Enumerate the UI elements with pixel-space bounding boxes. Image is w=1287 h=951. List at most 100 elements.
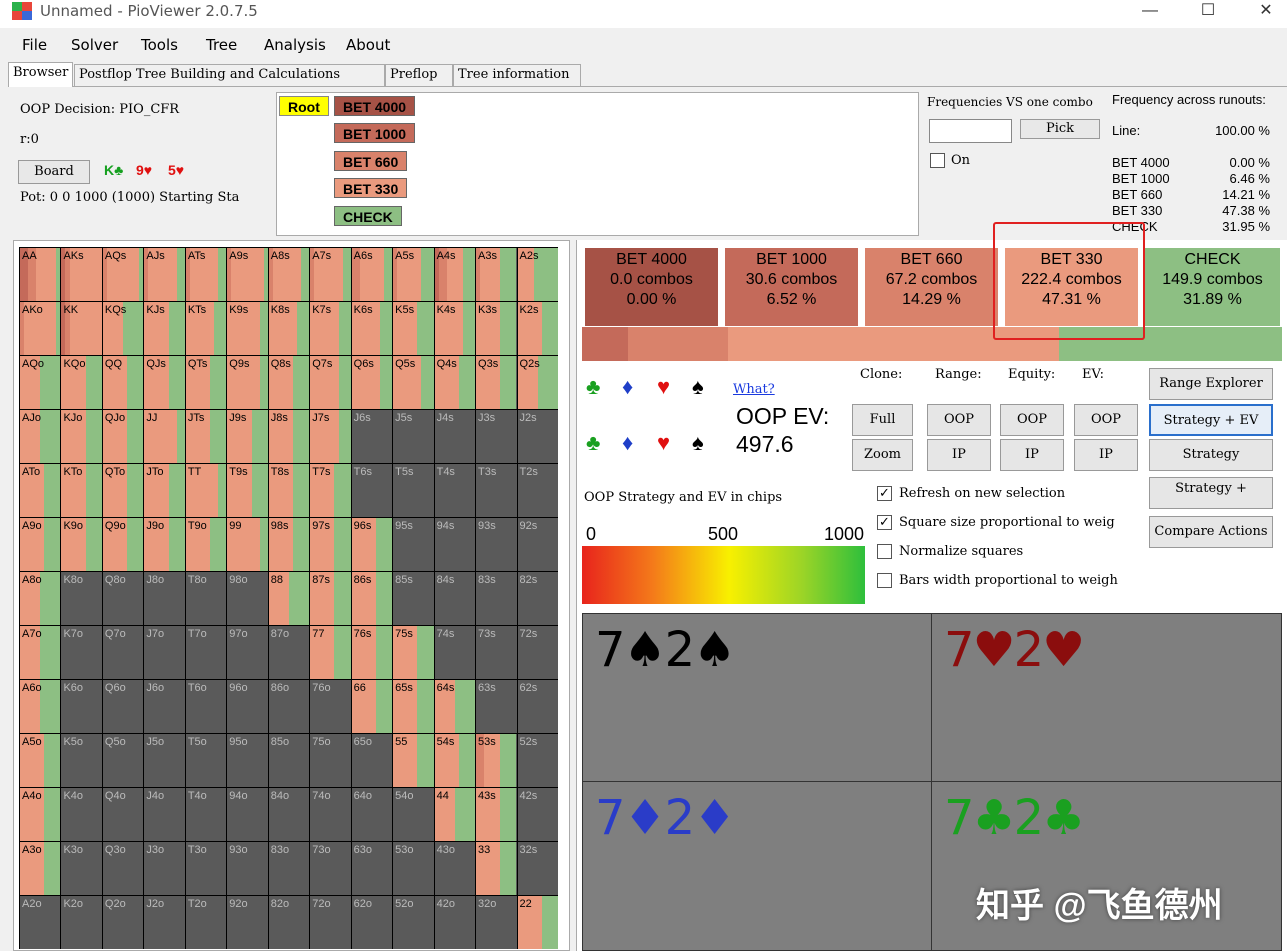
tree-node-bet-330[interactable]: BET 330 [334,178,408,198]
hand-cell[interactable]: J7s [310,410,351,463]
hand-cell[interactable]: 84o [268,788,310,841]
hand-cell[interactable]: A7o [20,626,61,679]
menu-tools[interactable]: Tools [141,36,178,54]
combo-box-spades[interactable]: 7♠2♠ [582,613,932,782]
what-link[interactable]: What? [733,382,775,397]
tab-tree-information[interactable]: Tree information [453,64,581,86]
hand-cell[interactable]: Q8s [268,356,310,409]
hand-cell[interactable]: 94o [227,788,268,841]
hand-cell[interactable]: J8s [268,410,310,463]
hand-cell[interactable]: K5o [61,734,102,787]
range-ip-button[interactable]: IP [927,439,991,471]
bars-width-checkbox[interactable] [877,573,892,588]
combo-box-hearts[interactable]: 7♥2♥ [931,613,1282,782]
hand-cell[interactable]: Q9o [102,518,144,571]
hand-cell[interactable]: ATo [20,464,61,517]
hand-cell[interactable]: 84s [434,572,476,625]
hand-cell[interactable]: 93o [227,842,268,895]
hand-cell[interactable]: K2o [61,896,102,949]
hand-cell[interactable]: K2s [517,302,558,355]
hand-cell[interactable]: Q4s [434,356,476,409]
hand-cell[interactable]: KJo [61,410,102,463]
diamond-icon[interactable]: ♦ [622,430,633,456]
hand-cell[interactable]: Q2o [102,896,144,949]
hand-cell[interactable]: 73s [476,626,517,679]
hand-cell[interactable]: 94s [434,518,476,571]
hand-cell[interactable]: T5o [185,734,227,787]
hand-cell[interactable]: 65o [351,734,393,787]
hand-cell[interactable]: T2o [185,896,227,949]
hand-cell[interactable]: TT [185,464,227,517]
hand-cell[interactable]: K3s [476,302,517,355]
hand-cell[interactable]: 95o [227,734,268,787]
hand-cell[interactable]: A5o [20,734,61,787]
hand-cell[interactable]: KTs [185,302,227,355]
hand-cell[interactable]: 63s [476,680,517,733]
hand-cell[interactable]: 92s [517,518,558,571]
hand-cell[interactable]: 74o [310,788,351,841]
hand-cell[interactable]: AKo [20,302,61,355]
menu-analysis[interactable]: Analysis [264,36,326,54]
action-box-bet-660[interactable]: BET 660 67.2 combos 14.29 % [865,248,998,326]
hand-cell[interactable]: 98o [227,572,268,625]
pick-button[interactable]: Pick [1020,119,1100,139]
spade-icon[interactable]: ♠ [692,374,704,400]
heart-icon[interactable]: ♥ [657,374,670,400]
maximize-button[interactable]: ☐ [1183,0,1233,24]
equity-ip-button[interactable]: IP [1000,439,1064,471]
hand-cell[interactable]: 63o [351,842,393,895]
hand-cell[interactable]: A6o [20,680,61,733]
tab-browser[interactable]: Browser [8,62,73,87]
hand-cell[interactable]: K4o [61,788,102,841]
hand-cell[interactable]: 86o [268,680,310,733]
hand-cell[interactable]: K7s [310,302,351,355]
hand-cell[interactable]: T3o [185,842,227,895]
close-button[interactable]: ✕ [1241,0,1287,24]
hand-cell[interactable]: 92o [227,896,268,949]
hand-cell[interactable]: 62o [351,896,393,949]
hand-cell[interactable]: 82o [268,896,310,949]
hand-cell[interactable]: J6s [351,410,393,463]
hand-cell[interactable]: 96o [227,680,268,733]
tab-postflop-tree[interactable]: Postflop Tree Building and Calculations [74,64,385,86]
hand-cell[interactable]: Q7o [102,626,144,679]
hand-cell[interactable]: KJs [144,302,185,355]
hand-cell[interactable]: T6s [351,464,393,517]
hand-cell[interactable]: 82s [517,572,558,625]
hand-cell[interactable]: J6o [144,680,185,733]
hand-cell[interactable]: Q3s [476,356,517,409]
hand-cell[interactable]: J4o [144,788,185,841]
hand-cell[interactable]: T2s [517,464,558,517]
hand-cell[interactable]: K4s [434,302,476,355]
hand-cell[interactable]: 52s [517,734,558,787]
hand-cell[interactable]: A4s [434,248,476,301]
hand-cell[interactable]: J7o [144,626,185,679]
hand-cell[interactable]: T4o [185,788,227,841]
hand-cell[interactable]: 76s [351,626,393,679]
range-explorer-button[interactable]: Range Explorer [1149,368,1273,400]
hand-cell[interactable]: 22 [517,896,558,949]
hand-cell[interactable]: T3s [476,464,517,517]
menu-about[interactable]: About [346,36,390,54]
hand-cell[interactable]: 72s [517,626,558,679]
hand-cell[interactable]: 85s [393,572,434,625]
hand-cell[interactable]: 32o [476,896,517,949]
hand-cell[interactable]: 88 [268,572,310,625]
hand-cell[interactable]: K6s [351,302,393,355]
hand-cell[interactable]: 33 [476,842,517,895]
clone-full-button[interactable]: Full [852,404,913,436]
hand-cell[interactable]: 85o [268,734,310,787]
hand-cell[interactable]: 75o [310,734,351,787]
hand-cell[interactable]: 42o [434,896,476,949]
hand-cell[interactable]: 65s [393,680,434,733]
heart-icon[interactable]: ♥ [657,430,670,456]
combo-input[interactable] [929,119,1012,143]
hand-cell[interactable]: A7s [310,248,351,301]
strategy-ev-button[interactable]: Strategy + EV [1149,404,1273,436]
square-size-checkbox[interactable]: ✓ [877,515,892,530]
hand-cell[interactable]: 44 [434,788,476,841]
hand-cell[interactable]: 74s [434,626,476,679]
hand-cell[interactable]: 93s [476,518,517,571]
hand-cell[interactable]: Q7s [310,356,351,409]
hand-cell[interactable]: 64s [434,680,476,733]
